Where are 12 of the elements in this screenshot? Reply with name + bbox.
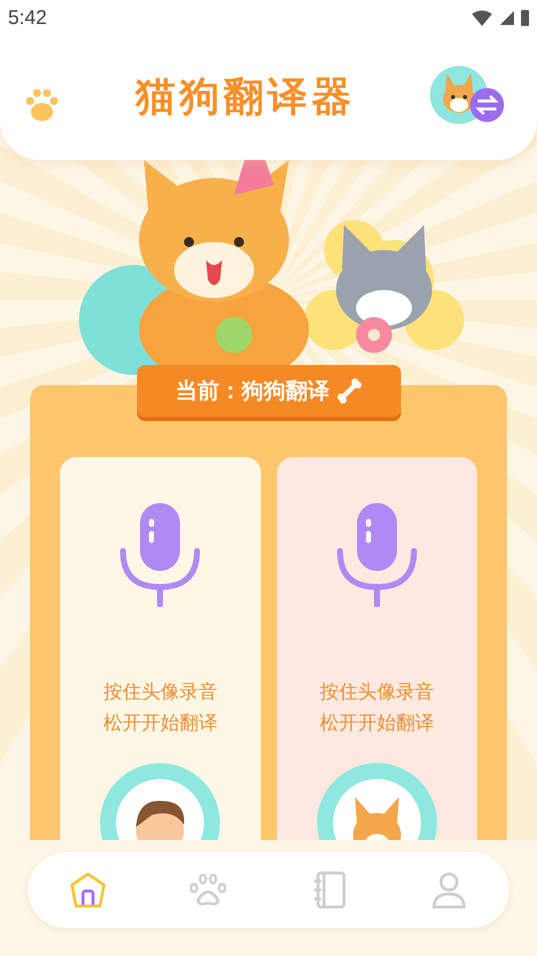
- signal-icon: [499, 10, 515, 26]
- wifi-icon: [471, 10, 493, 26]
- status-time: 5:42: [8, 6, 47, 30]
- battery-icon: [521, 10, 529, 26]
- mode-label: 当前：狗狗翻译: [176, 378, 330, 406]
- bone-icon: [336, 378, 362, 404]
- switch-pet-button[interactable]: [429, 65, 507, 127]
- recording-hint: 按住头像录音 松开开始翻译: [103, 680, 218, 736]
- microphone-icon: [119, 501, 202, 607]
- app-title: 猫狗翻译器: [134, 72, 356, 122]
- microphone-icon: [336, 501, 418, 607]
- recording-hint: 按住头像录音 松开开始翻译: [320, 680, 434, 736]
